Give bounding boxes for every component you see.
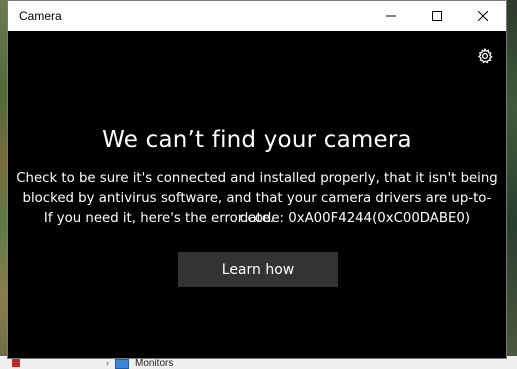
error-heading: We can’t find your camera (102, 127, 412, 153)
minimize-icon (386, 15, 396, 17)
explorer-tree-item-label: Monitors (135, 358, 174, 369)
maximize-button[interactable] (414, 1, 460, 31)
window-title: Camera (19, 9, 62, 23)
explorer-tree-item[interactable]: › Monitors (106, 358, 173, 369)
camera-content: We can’t find your camera Check to be su… (8, 31, 506, 358)
error-code-line: If you need it, here's the error code: 0… (43, 211, 471, 226)
error-message-line: Check to be sure it's connected and inst… (16, 171, 498, 186)
camera-window: Camera We can’t find your camera Check t… (7, 0, 507, 359)
desktop-background-right (507, 0, 517, 369)
maximize-icon (432, 11, 442, 21)
learn-how-button[interactable]: Learn how (178, 252, 338, 287)
settings-button[interactable] (474, 45, 496, 67)
minimize-button[interactable] (368, 1, 414, 31)
title-bar[interactable]: Camera (8, 1, 506, 31)
close-button[interactable] (460, 1, 506, 31)
close-icon (478, 11, 488, 21)
monitor-icon (115, 358, 129, 369)
gear-icon (477, 48, 493, 64)
chevron-right-icon: › (106, 358, 109, 368)
background-red-icon (12, 359, 20, 367)
